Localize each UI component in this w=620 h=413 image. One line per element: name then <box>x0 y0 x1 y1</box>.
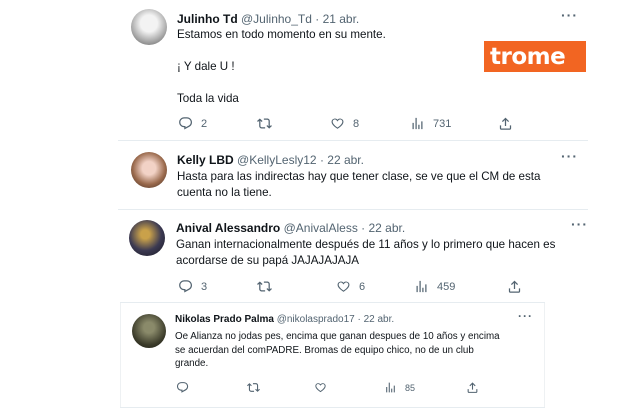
reply-count: 2 <box>201 117 208 130</box>
reply-icon <box>176 381 189 394</box>
more-icon[interactable]: ··· <box>571 216 588 232</box>
author-handle[interactable]: @KellyLesly12 <box>237 153 317 167</box>
author-name[interactable]: Nikolas Prado Palma <box>175 314 274 325</box>
author-name[interactable]: Anival Alessandro <box>176 221 280 235</box>
share-button[interactable] <box>466 381 479 394</box>
more-icon[interactable]: ··· <box>561 7 578 23</box>
reply-icon <box>178 116 193 131</box>
share-icon <box>498 116 513 131</box>
divider <box>120 407 545 408</box>
share-icon <box>507 279 522 294</box>
views-count: 85 <box>405 382 416 393</box>
reply-button[interactable]: 2 <box>178 116 207 131</box>
retweet-icon <box>247 381 260 394</box>
views-count: 459 <box>437 280 456 293</box>
tweet-text: Ganan internacionalmente después de 11 a… <box>176 238 556 267</box>
like-button[interactable] <box>314 381 335 394</box>
like-icon <box>336 279 351 294</box>
retweet-icon <box>257 279 272 294</box>
reply-count: 3 <box>201 280 208 293</box>
like-button[interactable]: 8 <box>330 116 359 131</box>
views-count: 731 <box>433 117 452 130</box>
like-count: 6 <box>359 280 366 293</box>
views-icon <box>384 381 397 394</box>
avatar[interactable] <box>132 314 166 348</box>
like-count: 8 <box>353 117 360 130</box>
tweet-nikolas[interactable]: Nikolas Prado Palma @nikolasprado17 · 22… <box>120 303 545 408</box>
avatar[interactable] <box>131 9 167 45</box>
tweet-kelly[interactable]: Kelly LBD @KellyLesly12 · 22 abr. ··· Ha… <box>0 141 620 209</box>
tweet-date[interactable]: · 22 abr. <box>320 153 364 167</box>
views-icon <box>414 279 429 294</box>
tweet-text: Estamos en todo momento en su mente. ¡ Y… <box>177 28 386 105</box>
reply-button[interactable] <box>176 381 197 394</box>
avatar[interactable] <box>129 220 165 256</box>
tweet-text: Oe Alianza no jodas pes, encima que gana… <box>175 331 500 369</box>
tweet-text: Hasta para las indirectas hay que tener … <box>177 170 541 199</box>
avatar[interactable] <box>131 152 167 188</box>
like-icon <box>314 381 327 394</box>
reply-button[interactable]: 3 <box>178 279 207 294</box>
views-button[interactable]: 731 <box>410 116 451 131</box>
reply-icon <box>178 279 193 294</box>
tweet-anival[interactable]: Anival Alessandro @AnivalAless · 22 abr.… <box>0 210 620 302</box>
retweet-button[interactable] <box>257 279 280 294</box>
author-handle[interactable]: @AnivalAless <box>284 221 358 235</box>
tweet-date[interactable]: · 22 abr. <box>361 221 405 235</box>
share-button[interactable] <box>498 116 513 131</box>
author-handle[interactable]: @Julinho_Td <box>241 12 312 26</box>
views-icon <box>410 116 425 131</box>
views-button[interactable]: 459 <box>414 279 455 294</box>
author-name[interactable]: Julinho Td <box>177 12 238 26</box>
retweet-button[interactable] <box>247 381 268 394</box>
author-name[interactable]: Kelly LBD <box>177 153 234 167</box>
retweet-button[interactable] <box>257 116 280 131</box>
retweet-icon <box>257 116 272 131</box>
logo-text: trome <box>490 43 566 70</box>
tweet-date[interactable]: · 22 abr. <box>357 314 394 325</box>
more-icon[interactable]: ··· <box>518 309 533 323</box>
tweet-date[interactable]: · 21 abr. <box>315 12 359 26</box>
like-button[interactable]: 6 <box>336 279 365 294</box>
views-button[interactable]: 85 <box>384 381 415 394</box>
share-icon <box>466 381 479 394</box>
trome-logo: trome <box>484 41 586 72</box>
author-handle[interactable]: @nikolasprado17 <box>277 314 355 325</box>
more-icon[interactable]: ··· <box>561 148 578 164</box>
like-icon <box>330 116 345 131</box>
share-button[interactable] <box>507 279 522 294</box>
